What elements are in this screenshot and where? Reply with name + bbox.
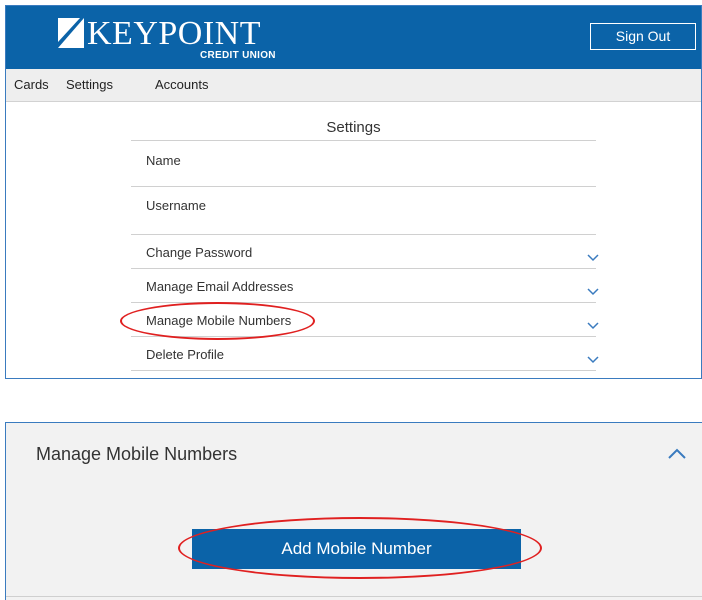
divider (131, 370, 596, 371)
section-title: Manage Mobile Numbers (36, 444, 238, 464)
divider (6, 596, 702, 597)
chevron-down-icon[interactable] (587, 322, 599, 330)
divider (131, 268, 596, 269)
highlight-annotation (120, 302, 315, 340)
name-field-label: Name (146, 153, 181, 168)
page-title: Settings (326, 119, 381, 136)
nav-item-settings[interactable]: Settings (66, 77, 113, 92)
logo-mark-icon (58, 18, 84, 48)
chevron-up-icon[interactable] (668, 448, 686, 459)
change-password-row[interactable]: Change Password (146, 245, 252, 260)
sign-out-button[interactable]: Sign Out (590, 23, 696, 50)
expanded-section-panel: Manage Mobile Numbers Add Mobile Number (5, 422, 702, 600)
divider (131, 140, 596, 141)
app-header: KEYPOINT CREDIT UNION Sign Out (6, 6, 701, 69)
delete-profile-row[interactable]: Delete Profile (146, 347, 224, 362)
chevron-down-icon[interactable] (587, 288, 599, 296)
brand-subtitle: CREDIT UNION (200, 50, 276, 61)
chevron-down-icon[interactable] (587, 356, 599, 364)
divider (131, 186, 596, 187)
top-nav: Cards Settings Accounts (6, 69, 701, 102)
nav-item-cards[interactable]: Cards (14, 77, 49, 92)
nav-item-accounts[interactable]: Accounts (155, 77, 208, 92)
settings-screenshot-panel: KEYPOINT CREDIT UNION Sign Out Cards Set… (5, 5, 702, 379)
brand-name: KEYPOINT (87, 15, 261, 52)
username-field-label: Username (146, 198, 206, 213)
keypoint-logo: KEYPOINT CREDIT UNION (58, 15, 278, 61)
manage-email-addresses-row[interactable]: Manage Email Addresses (146, 279, 293, 294)
chevron-down-icon[interactable] (587, 254, 599, 262)
highlight-annotation (178, 517, 542, 579)
divider (131, 234, 596, 235)
